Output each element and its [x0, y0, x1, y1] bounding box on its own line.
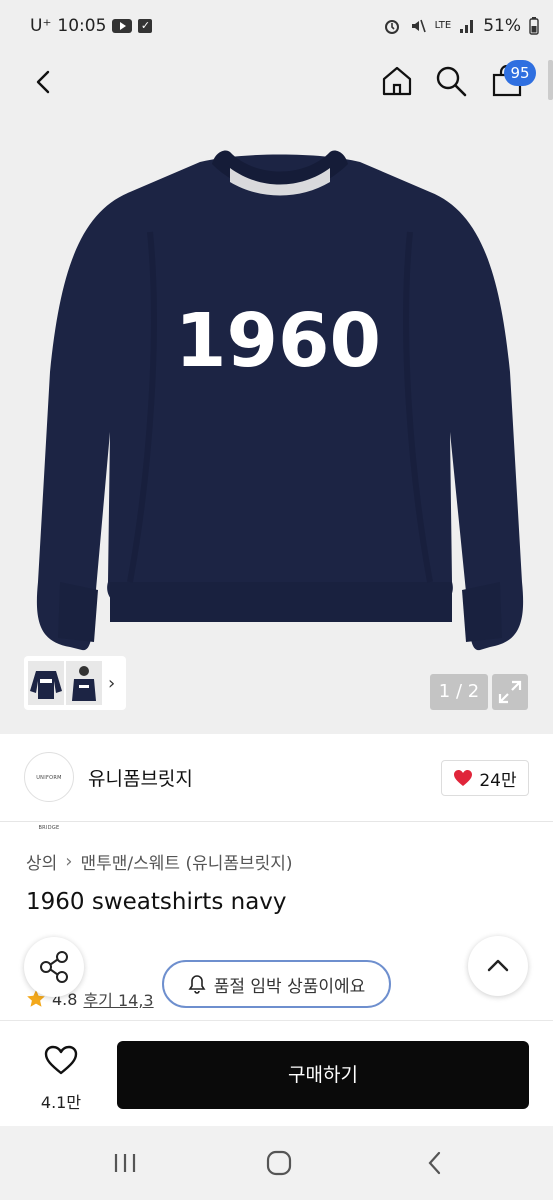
search-icon[interactable] [434, 64, 468, 98]
scroll-indicator [548, 60, 553, 100]
battery-percent: 51% [483, 16, 521, 36]
alarm-icon [384, 20, 399, 34]
back-arrow-icon[interactable] [30, 68, 58, 96]
clock: 10:05 [57, 16, 107, 36]
buy-button[interactable]: 구매하기 [117, 1041, 529, 1109]
cart-count-badge: 95 [504, 60, 536, 86]
breadcrumb-subcategory[interactable]: 맨투맨/스웨트 (유니폼브릿지) [80, 849, 292, 874]
share-button[interactable] [24, 937, 84, 997]
thumbnail-sweatshirt-front [30, 671, 62, 699]
top-navigation [0, 52, 553, 112]
expand-icon[interactable] [492, 674, 528, 710]
thumbnail-strip[interactable]: › [24, 656, 126, 710]
carrier-label: U⁺ [30, 16, 52, 36]
share-icon [40, 951, 68, 983]
youtube-icon [112, 19, 133, 33]
wishlist-count: 4.1만 [40, 1093, 82, 1112]
home-nav-icon[interactable] [264, 1148, 294, 1178]
brand-like-count: 24만 [479, 770, 517, 791]
brand-like-button[interactable]: 24만 [441, 760, 529, 796]
brand-name[interactable]: 유니폼브릿지 [88, 764, 193, 791]
status-bar: U⁺ 10:05 ✓ LTE 51% [0, 0, 553, 52]
sweatshirt-print: 1960 [175, 298, 381, 384]
status-left: U⁺ 10:05 ✓ [30, 16, 153, 36]
thumbnail-model-photo [72, 666, 96, 701]
sweatshirt-photo: 1960 [36, 150, 524, 651]
android-navigation-bar [0, 1126, 553, 1200]
breadcrumb-separator-icon: › [65, 851, 73, 872]
review-link[interactable]: 후기 14,3 [83, 987, 153, 1011]
chevron-up-icon [487, 959, 509, 972]
battery-icon [529, 17, 539, 35]
status-right: LTE 51% [383, 16, 539, 36]
thumbnail-1[interactable] [28, 661, 64, 705]
image-page-counter: 1 / 2 [430, 674, 488, 710]
thumbnail-2[interactable] [66, 661, 102, 705]
product-image[interactable]: 1960 [0, 112, 553, 734]
brand-row: UNIFORM BRIDGE 유니폼브릿지 24만 [0, 734, 553, 831]
home-icon[interactable] [380, 64, 414, 98]
purchase-bar: 4.1만 구매하기 [0, 1020, 553, 1126]
product-title: 1960 sweatshirts navy [26, 889, 287, 915]
heart-filled-icon [454, 770, 473, 786]
low-stock-text: 품절 임박 상품이에요 [213, 976, 366, 997]
breadcrumb-category[interactable]: 상의 [26, 849, 57, 874]
thumbnail-next-icon[interactable]: › [104, 673, 115, 694]
recent-apps-icon[interactable] [110, 1148, 140, 1178]
product-detail-screen: U⁺ 10:05 ✓ LTE 51% 95 1960 › 1 / 2 UNIFO… [0, 0, 553, 1200]
breadcrumb: 상의 › 맨투맨/스웨트 (유니폼브릿지) [26, 849, 293, 874]
heart-outline-icon [44, 1045, 78, 1075]
mute-icon [411, 19, 426, 33]
network-type: LTE [434, 20, 452, 31]
bell-icon [188, 975, 206, 994]
scroll-top-button[interactable] [468, 936, 528, 996]
low-stock-notice: 품절 임박 상품이에요 [162, 960, 391, 1008]
signal-icon [460, 20, 474, 33]
brand-logo[interactable]: UNIFORM BRIDGE [24, 752, 74, 831]
back-nav-icon[interactable] [420, 1148, 450, 1178]
wishlist-button[interactable]: 4.1만 [26, 1041, 96, 1112]
checkbox-icon: ✓ [138, 19, 153, 33]
